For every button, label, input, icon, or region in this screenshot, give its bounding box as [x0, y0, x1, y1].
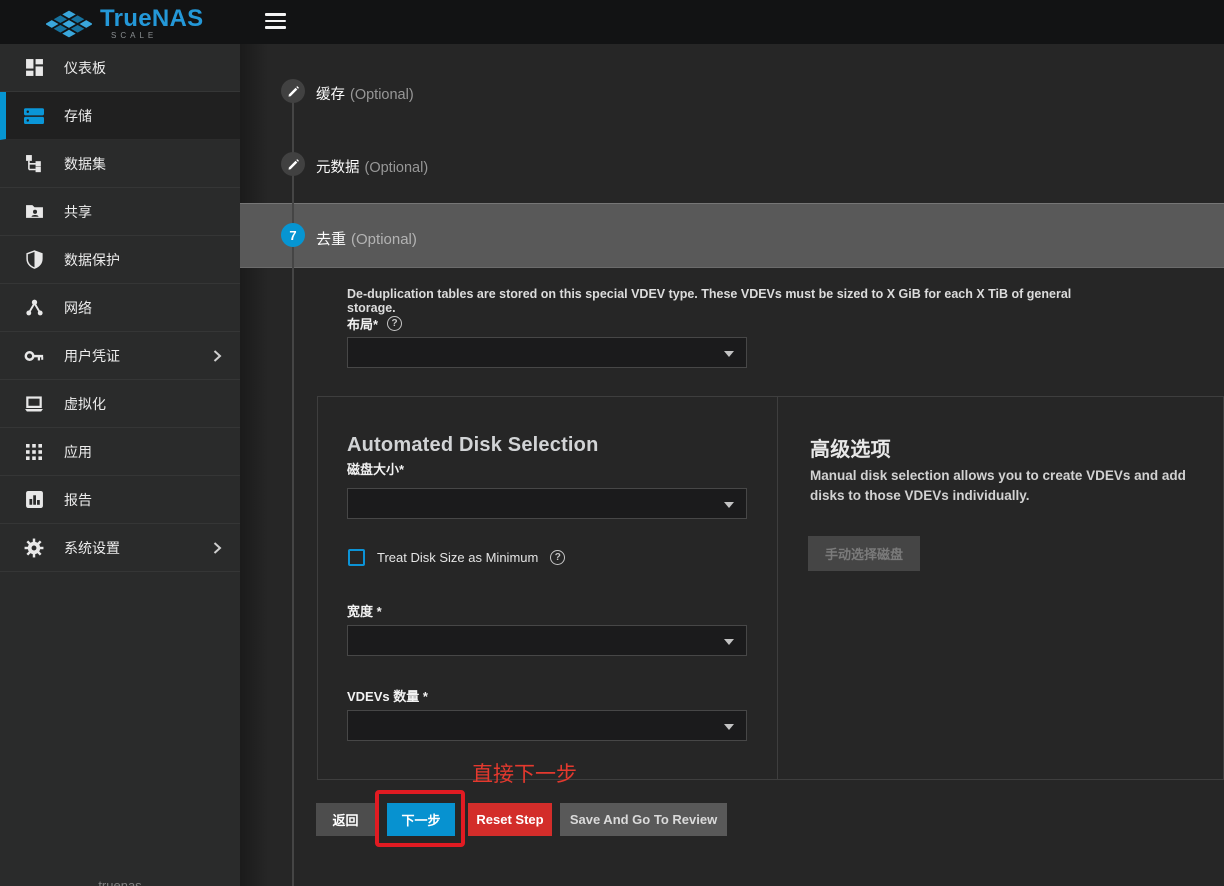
storage-icon	[24, 106, 44, 126]
gear-icon	[24, 538, 44, 558]
pencil-icon	[287, 158, 300, 171]
stepper-connector-line	[292, 91, 294, 886]
sidebar-item-label: 数据集	[64, 154, 106, 174]
next-button[interactable]: 下一步	[387, 803, 455, 836]
sidebar-item-label: 数据保护	[64, 250, 120, 270]
sidebar-item-shares[interactable]: 共享	[0, 188, 240, 236]
treat-disk-size-minimum-row: Treat Disk Size as Minimum ?	[348, 549, 565, 566]
sidebar-item-label: 仪表板	[64, 58, 106, 78]
shield-icon	[24, 250, 44, 270]
wizard-content: 缓存(Optional) 元数据(Optional) 7 去重(Optional…	[240, 44, 1224, 886]
sidebar-item-label: 存储	[64, 106, 92, 126]
vdevs-count-field-label: VDEVs 数量 *	[347, 686, 428, 705]
layout-field-label: 布局* ?	[347, 314, 402, 333]
sidebar-item-label: 系统设置	[64, 538, 120, 558]
truenas-logo: TrueNAS SCALE	[46, 7, 203, 40]
sidebar-item-virtualization[interactable]: 虚拟化	[0, 380, 240, 428]
datasets-icon	[24, 154, 44, 174]
automated-disk-selection-title: Automated Disk Selection	[347, 434, 599, 457]
sidebar-item-network[interactable]: 网络	[0, 284, 240, 332]
truenas-logo-icon	[46, 9, 92, 39]
sidebar-item-label: 共享	[64, 202, 92, 222]
disk-size-select[interactable]	[347, 488, 747, 519]
annotation-text: 直接下一步	[472, 758, 577, 788]
help-icon[interactable]: ?	[550, 550, 565, 565]
sidebar-item-label: 网络	[64, 298, 92, 318]
sidebar-item-system-settings[interactable]: 系统设置	[0, 524, 240, 572]
sidebar-item-label: 应用	[64, 442, 92, 462]
sidebar-footer-text: truenas	[0, 878, 240, 886]
step-cache-edit-circle[interactable]	[281, 79, 305, 103]
width-field-label: 宽度 *	[347, 601, 382, 620]
back-button[interactable]: 返回	[316, 803, 375, 836]
sidebar-item-label: 用户凭证	[64, 346, 120, 366]
step-metadata-label[interactable]: 元数据(Optional)	[316, 156, 428, 177]
topbar: TrueNAS SCALE	[0, 0, 1224, 44]
chevron-right-icon	[208, 539, 226, 562]
dashboard-icon	[24, 58, 44, 78]
dedup-description: De-duplication tables are stored on this…	[347, 287, 1077, 315]
step-dedup-label[interactable]: 去重(Optional)	[316, 228, 417, 249]
treat-disk-size-minimum-checkbox[interactable]	[348, 549, 365, 566]
apps-grid-icon	[24, 442, 44, 462]
sidebar-item-dashboard[interactable]: 仪表板	[0, 44, 240, 92]
brand-name: TrueNAS	[100, 5, 203, 32]
layout-select[interactable]	[347, 337, 747, 368]
advanced-options-title: 高级选项	[810, 433, 891, 462]
pencil-icon	[287, 85, 300, 98]
sidebar-item-label: 报告	[64, 490, 92, 510]
key-icon	[24, 346, 44, 366]
disk-size-field-label: 磁盘大小*	[347, 459, 404, 478]
sidebar-item-label: 虚拟化	[64, 394, 106, 414]
laptop-icon	[24, 394, 44, 414]
width-select[interactable]	[347, 625, 747, 656]
save-and-review-button[interactable]: Save And Go To Review	[560, 803, 727, 836]
step-cache-label[interactable]: 缓存(Optional)	[316, 83, 414, 104]
step-metadata-edit-circle[interactable]	[281, 152, 305, 176]
sidebar-item-data-protection[interactable]: 数据保护	[0, 236, 240, 284]
sidebar-item-storage[interactable]: 存储	[0, 92, 240, 140]
advanced-options-description: Manual disk selection allows you to crea…	[810, 466, 1214, 506]
sidebar-item-apps[interactable]: 应用	[0, 428, 240, 476]
reset-step-button[interactable]: Reset Step	[468, 803, 552, 836]
treat-disk-size-minimum-label: Treat Disk Size as Minimum	[377, 550, 538, 565]
brand-subtitle: SCALE	[111, 32, 203, 40]
chevron-right-icon	[208, 347, 226, 370]
card-vertical-divider	[777, 397, 778, 779]
sidebar-item-datasets[interactable]: 数据集	[0, 140, 240, 188]
step-dedup-number-circle[interactable]: 7	[281, 223, 305, 247]
network-icon	[24, 298, 44, 318]
sidebar-item-reports[interactable]: 报告	[0, 476, 240, 524]
shares-folder-icon	[24, 202, 44, 222]
menu-hamburger-icon[interactable]	[265, 13, 286, 33]
sidebar-item-credentials[interactable]: 用户凭证	[0, 332, 240, 380]
help-icon[interactable]: ?	[387, 316, 402, 331]
sidebar-nav: 仪表板 存储 数据集	[0, 44, 240, 886]
manual-disk-selection-button[interactable]: 手动选择磁盘	[808, 536, 920, 571]
vdevs-count-select[interactable]	[347, 710, 747, 741]
bar-chart-icon	[24, 490, 44, 510]
